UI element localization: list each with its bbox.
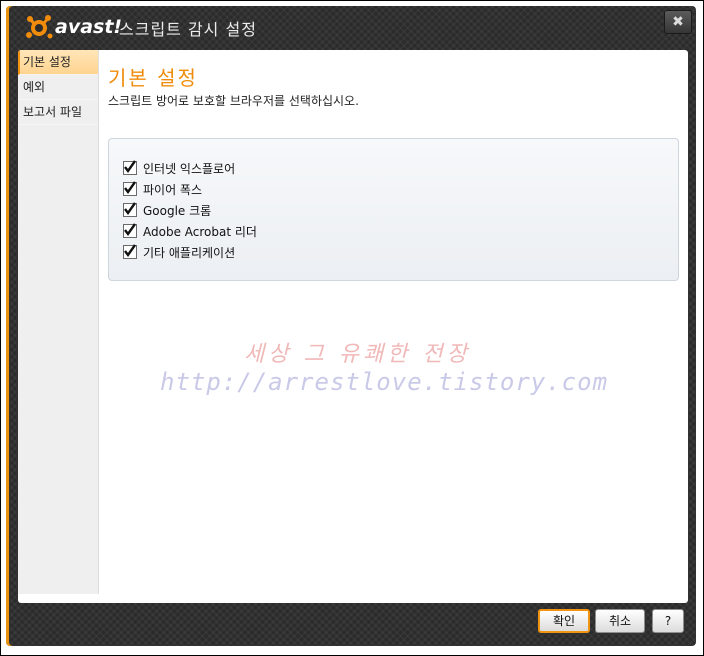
sidebar-item-label: 예외 <box>23 80 46 94</box>
brand-name: avast! <box>55 16 123 38</box>
sidebar-item-report-file[interactable]: 보고서 파일 <box>18 100 98 125</box>
help-button[interactable]: ? <box>652 609 684 633</box>
browser-options-group: 인터넷 익스플로어 파이어 폭스 Google 크롬 Adobe Acrobat… <box>108 138 679 281</box>
option-adobe-acrobat-reader[interactable]: Adobe Acrobat 리더 <box>123 222 257 240</box>
title-bar[interactable]: avast! 스크립트 감시 설정 ✖ <box>6 6 696 48</box>
content-panel: 기본 설정 예외 보고서 파일 기본 설정 스크립트 방어로 보호할 브라우저를… <box>18 50 688 603</box>
settings-window: avast! 스크립트 감시 설정 ✖ 기본 설정 예외 보고서 파일 기본 설… <box>6 6 696 646</box>
checkbox-checked-icon[interactable] <box>123 160 137 175</box>
page-subtitle: 스크립트 방어로 보호할 브라우저를 선택하십시오. <box>108 94 359 108</box>
sidebar-item-exceptions[interactable]: 예외 <box>18 75 98 100</box>
watermark-url: http://arrestlove.tistory.com <box>160 368 609 396</box>
checkbox-checked-icon[interactable] <box>123 181 137 196</box>
window-title: 스크립트 감시 설정 <box>119 20 257 39</box>
option-label: 기타 애플리케이션 <box>143 245 236 260</box>
option-internet-explorer[interactable]: 인터넷 익스플로어 <box>123 159 235 177</box>
checkbox-checked-icon[interactable] <box>123 223 137 238</box>
sidebar-item-basic-settings[interactable]: 기본 설정 <box>18 50 98 75</box>
ok-button[interactable]: 확인 <box>538 609 590 633</box>
cancel-button[interactable]: 취소 <box>595 609 645 633</box>
option-label: 인터넷 익스플로어 <box>143 161 236 176</box>
close-button[interactable]: ✖ <box>664 10 692 34</box>
main-area: 기본 설정 스크립트 방어로 보호할 브라우저를 선택하십시오. 인터넷 익스플… <box>108 58 679 281</box>
sidebar-item-label: 보고서 파일 <box>23 105 83 119</box>
option-label: Google 크롬 <box>143 203 212 218</box>
option-other-applications[interactable]: 기타 애플리케이션 <box>123 243 235 261</box>
checkbox-checked-icon[interactable] <box>123 244 137 259</box>
sidebar: 기본 설정 예외 보고서 파일 <box>18 50 99 594</box>
option-google-chrome[interactable]: Google 크롬 <box>123 201 211 219</box>
avast-logo: avast! <box>26 14 122 40</box>
sidebar-item-label: 기본 설정 <box>23 55 71 69</box>
avast-logo-icon <box>26 14 54 40</box>
close-icon: ✖ <box>672 14 684 30</box>
checkbox-checked-icon[interactable] <box>123 202 137 217</box>
option-label: 파이어 폭스 <box>143 182 203 197</box>
watermark-text: 세상 그 유쾌한 전장 <box>244 342 471 367</box>
option-firefox[interactable]: 파이어 폭스 <box>123 180 202 198</box>
option-label: Adobe Acrobat 리더 <box>143 224 257 239</box>
page-title: 기본 설정 <box>108 66 198 90</box>
